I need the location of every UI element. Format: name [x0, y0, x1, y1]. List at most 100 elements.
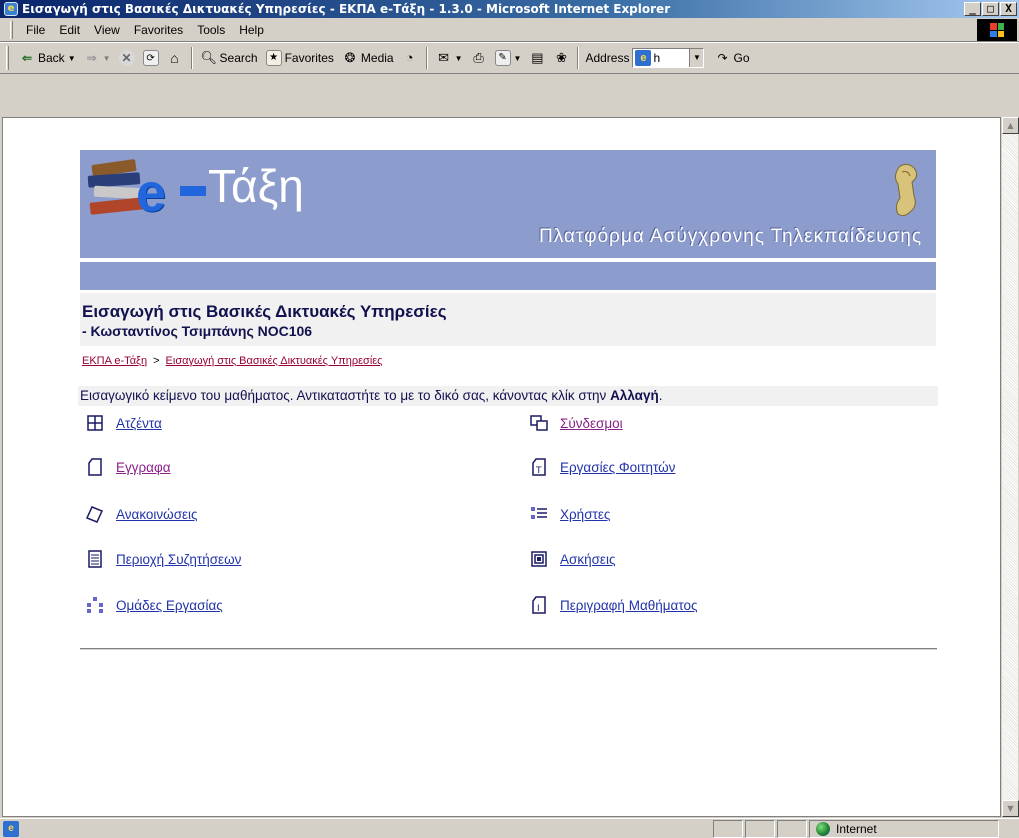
course-page: e Τάξη Πλατφόρμα Ασύγχρονης Τηλεκπαίδευσ…	[80, 150, 936, 367]
mail-icon: ✉	[438, 50, 450, 65]
mail-button[interactable]: ✉ ▼	[432, 46, 467, 70]
menu-view[interactable]: View	[87, 23, 127, 37]
forward-dropdown-icon[interactable]: ▼	[103, 54, 111, 63]
documents-link[interactable]: Εγγραφα	[116, 460, 171, 475]
refresh-icon: ⟳	[142, 50, 159, 66]
address-bar[interactable]: e h ▼	[632, 48, 705, 68]
announcements-link[interactable]: Ανακοινώσεις	[116, 507, 198, 522]
tool-agenda[interactable]: Ατζέντα	[84, 412, 162, 434]
breadcrumb-home-link[interactable]: ΕΚΠΑ e-Τάξη	[82, 355, 147, 367]
maximize-button[interactable]: □	[982, 2, 999, 16]
edit-button[interactable]: ✎ ▼	[491, 46, 526, 70]
student-work-doc-icon: T	[528, 456, 550, 478]
address-input[interactable]: h	[653, 51, 660, 65]
close-button[interactable]: X	[1000, 2, 1017, 16]
tool-student-works[interactable]: T Εργασίες Φοιτητών	[528, 456, 675, 478]
menu-bar: File Edit View Favorites Tools Help	[0, 18, 1019, 42]
course-title: Εισαγωγή στις Βασικές Δικτυακές Υπηρεσίε…	[82, 302, 447, 321]
banner-strip	[80, 262, 936, 290]
back-dropdown-icon[interactable]: ▼	[68, 54, 76, 63]
forum-link[interactable]: Περιοχή Συζητήσεων	[116, 552, 241, 567]
search-button[interactable]: 🔍︎ Search	[197, 46, 262, 70]
student-works-link[interactable]: Εργασίες Φοιτητών	[560, 460, 675, 475]
tool-groups[interactable]: Ομάδες Εργασίας	[84, 594, 223, 616]
groups-link[interactable]: Ομάδες Εργασίας	[116, 598, 223, 613]
scroll-down-button[interactable]: ▼	[1002, 800, 1019, 817]
home-button[interactable]: ⌂	[163, 46, 187, 70]
favorites-label: Favorites	[284, 51, 334, 65]
forum-page-icon	[84, 548, 106, 570]
toolbar-separator	[425, 47, 428, 69]
media-label: Media	[360, 51, 394, 65]
address-label: Address	[585, 51, 630, 65]
menu-edit[interactable]: Edit	[52, 23, 87, 37]
breadcrumb-current-link[interactable]: Εισαγωγή στις Βασικές Δικτυακές Υπηρεσίε…	[166, 355, 383, 367]
minimize-button[interactable]: _	[964, 2, 981, 16]
banner-subtitle: Πλατφόρμα Ασύγχρονης Τηλεκπαίδευσης	[539, 226, 922, 247]
description-link[interactable]: Περιγραφή Μαθήματος	[560, 598, 698, 613]
refresh-button[interactable]: ⟳	[139, 46, 163, 70]
print-button[interactable]: ⎙	[467, 46, 491, 70]
exercises-icon	[528, 548, 550, 570]
links-icon	[528, 412, 550, 434]
intro-text: Εισαγωγικό κείμενο του μαθήματος. Αντικα…	[80, 388, 611, 403]
vertical-scrollbar[interactable]: ▲ ▼	[1001, 117, 1019, 817]
windows-logo-icon	[977, 19, 1017, 41]
stop-button[interactable]: ✕	[115, 46, 139, 70]
tool-forum[interactable]: Περιοχή Συζητήσεων	[84, 548, 241, 570]
course-teacher: - Κωσταντίνος Τσιμπάνης NOC106	[82, 323, 313, 339]
tool-announcements[interactable]: Ανακοινώσεις	[84, 503, 198, 525]
svg-text:T: T	[535, 466, 542, 476]
home-icon: ⌂	[170, 50, 179, 66]
search-icon: 🔍︎	[200, 50, 218, 65]
history-button[interactable]: ◔	[398, 46, 422, 70]
scroll-up-button[interactable]: ▲	[1002, 117, 1019, 134]
history-icon: ◔	[405, 50, 414, 65]
messenger-button[interactable]: ❀	[549, 46, 573, 70]
tool-exercises[interactable]: Ασκήσεις	[528, 548, 615, 570]
go-button[interactable]: ↷ Go	[710, 46, 753, 70]
tool-links[interactable]: Σύνδεσμοι	[528, 412, 623, 434]
back-label: Back	[38, 51, 65, 65]
logo-text: Τάξη	[208, 160, 304, 212]
exercises-link[interactable]: Ασκήσεις	[560, 552, 615, 567]
agenda-link[interactable]: Ατζέντα	[116, 416, 162, 431]
tool-documents[interactable]: Εγγραφα	[84, 456, 171, 478]
tool-users[interactable]: Χρήστες	[528, 503, 610, 525]
announcement-note-icon	[84, 503, 106, 525]
content-divider	[80, 648, 937, 650]
toolbar-separator	[190, 47, 193, 69]
window-controls: _ □ X	[964, 2, 1017, 16]
breadcrumb-separator: >	[153, 355, 160, 367]
status-bar: e Internet	[0, 818, 1019, 838]
media-button[interactable]: ❂ Media	[338, 46, 398, 70]
page-status-icon: e	[3, 820, 19, 837]
stop-icon: ✕	[118, 50, 135, 66]
discuss-button[interactable]: ▤	[525, 46, 549, 70]
status-panel-lock	[745, 819, 775, 838]
menu-file[interactable]: File	[19, 23, 52, 37]
edit-dropdown-icon[interactable]: ▼	[514, 54, 522, 63]
go-label: Go	[733, 51, 750, 65]
discuss-icon: ▤	[531, 50, 544, 65]
menu-favorites[interactable]: Favorites	[127, 23, 190, 37]
zone-label: Internet	[836, 821, 877, 836]
security-zone: Internet	[809, 819, 999, 838]
edit-intro-link[interactable]: Αλλαγή	[610, 388, 659, 403]
users-list-icon	[528, 503, 550, 525]
menu-help[interactable]: Help	[232, 23, 271, 37]
users-link[interactable]: Χρήστες	[560, 507, 610, 522]
favorites-button[interactable]: ★ Favorites	[262, 46, 338, 70]
menu-tools[interactable]: Tools	[190, 23, 232, 37]
status-panel-progress	[713, 819, 743, 838]
athena-statue-icon	[894, 163, 918, 217]
tool-description[interactable]: I Περιγραφή Μαθήματος	[528, 594, 698, 616]
mail-dropdown-icon[interactable]: ▼	[455, 54, 463, 63]
forward-button[interactable]: ⇒ ▼	[80, 46, 115, 70]
back-button[interactable]: ⇐ Back ▼	[15, 46, 80, 70]
logo-e: e	[136, 163, 167, 223]
toolbar-separator	[577, 47, 580, 69]
links-link[interactable]: Σύνδεσμοι	[560, 416, 623, 431]
page-icon: e	[635, 50, 652, 66]
address-dropdown-icon[interactable]: ▼	[689, 49, 704, 67]
